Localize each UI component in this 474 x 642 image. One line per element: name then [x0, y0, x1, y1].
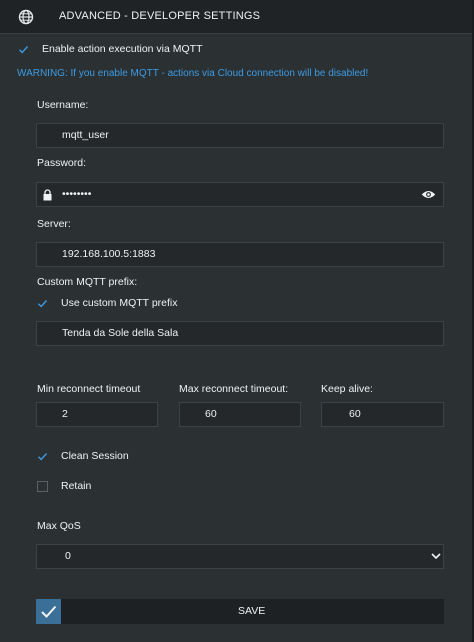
- max-qos-label: Max QoS: [37, 520, 81, 532]
- keep-alive-value: 60: [349, 408, 361, 420]
- custom-prefix-field[interactable]: Tenda da Sole della Sala: [36, 321, 444, 346]
- enable-mqtt-checkbox[interactable]: [18, 44, 29, 55]
- clean-session-label: Clean Session: [61, 450, 129, 462]
- username-field[interactable]: mqtt_user: [36, 123, 444, 148]
- max-qos-select[interactable]: 0: [36, 544, 444, 569]
- server-label: Server:: [37, 218, 71, 230]
- keep-alive-field[interactable]: 60: [321, 402, 444, 427]
- retain-checkbox[interactable]: [37, 481, 48, 492]
- save-check-box[interactable]: [36, 599, 61, 624]
- section-header[interactable]: ADVANCED - DEVELOPER SETTINGS: [0, 0, 474, 34]
- server-value: 192.168.100.5:1883: [62, 248, 156, 260]
- username-value: mqtt_user: [62, 129, 109, 141]
- retain-label: Retain: [61, 480, 92, 492]
- server-field[interactable]: 192.168.100.5:1883: [36, 242, 444, 267]
- max-reconnect-label: Max reconnect timeout:: [179, 383, 289, 395]
- checkmark-icon: [41, 605, 57, 618]
- clean-session-checkbox[interactable]: [37, 451, 48, 462]
- password-value: ••••••••: [62, 188, 92, 200]
- show-password-icon[interactable]: [421, 189, 436, 200]
- section-title: ADVANCED - DEVELOPER SETTINGS: [59, 10, 261, 22]
- max-qos-value: 0: [65, 550, 71, 562]
- mqtt-warning: WARNING: If you enable MQTT - actions vi…: [17, 68, 369, 79]
- use-custom-prefix-checkbox[interactable]: [37, 298, 48, 309]
- use-custom-prefix-label: Use custom MQTT prefix: [61, 297, 178, 309]
- username-label: Username:: [37, 99, 89, 111]
- max-reconnect-value: 60: [205, 408, 217, 420]
- min-reconnect-value: 2: [62, 408, 68, 420]
- globe-icon: [18, 9, 34, 25]
- custom-prefix-label: Custom MQTT prefix:: [37, 276, 138, 288]
- lock-icon: [43, 189, 52, 201]
- max-reconnect-field[interactable]: 60: [179, 402, 301, 427]
- chevron-down-icon[interactable]: [431, 553, 441, 559]
- enable-mqtt-label: Enable action execution via MQTT: [42, 43, 203, 55]
- checkmark-icon: [19, 46, 29, 54]
- save-label: SAVE: [238, 605, 266, 617]
- min-reconnect-field[interactable]: 2: [36, 402, 158, 427]
- password-label: Password:: [37, 157, 87, 169]
- checkmark-icon: [38, 453, 48, 461]
- custom-prefix-value: Tenda da Sole della Sala: [62, 327, 179, 339]
- keep-alive-label: Keep alive:: [321, 383, 373, 395]
- password-field[interactable]: ••••••••: [36, 182, 444, 207]
- min-reconnect-label: Min reconnect timeout: [37, 383, 141, 395]
- checkmark-icon: [38, 300, 48, 308]
